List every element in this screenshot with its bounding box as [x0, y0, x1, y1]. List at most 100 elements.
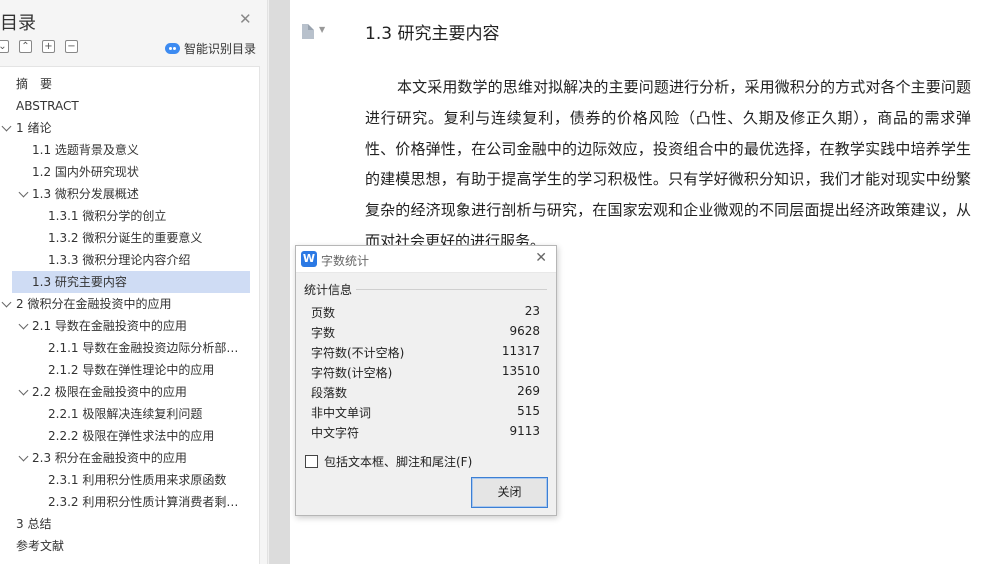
stat-value: 9628 [509, 324, 540, 338]
outline-toolbar: ⌄ ⌃ + − [0, 40, 78, 56]
group-divider [356, 289, 547, 290]
outline-item-label: 2.2.1 极限解决连续复利问题 [48, 407, 203, 421]
outline-item[interactable]: 2.2.2 极限在弹性求法中的应用 [0, 425, 259, 447]
expand-all-icon[interactable]: + [42, 40, 55, 53]
stat-row: 字数 9628 [311, 322, 540, 342]
word-count-dialog: W 字数统计 ✕ 统计信息 页数 23 字数 9628 字符数(不计空格) 11317 字符… [295, 245, 557, 516]
outline-item[interactable]: 2.1 导数在金融投资中的应用 [0, 315, 259, 337]
stat-value: 269 [517, 384, 540, 398]
outline-item[interactable]: 1.3.3 微积分理论内容介绍 [0, 249, 259, 271]
include-textbox-checkbox[interactable] [305, 455, 318, 468]
outline-item-label: 1.3 研究主要内容 [32, 275, 127, 289]
outline-item-label: 2.3.1 利用积分性质用来求原函数 [48, 473, 227, 487]
outline-item-label: 1.3.2 微积分诞生的重要意义 [48, 231, 203, 245]
chevron-down-icon[interactable] [18, 319, 29, 330]
stat-value: 23 [524, 304, 540, 318]
outline-item[interactable]: 2 微积分在金融投资中的应用 [0, 293, 259, 315]
outline-item[interactable]: 2.2 极限在金融投资中的应用 [0, 381, 259, 403]
smart-detect-label: 智能识别目录 [183, 42, 256, 56]
outline-item[interactable]: 2.2.1 极限解决连续复利问题 [0, 403, 259, 425]
stat-label: 非中文单词 [311, 406, 372, 420]
outline-item-label: 2.3.2 利用积分性质计算消费者剩… [48, 495, 239, 509]
smart-detect-toc-button[interactable]: 智能识别目录 [164, 40, 256, 57]
outline-item[interactable]: 2.1.2 导数在弹性理论中的应用 [0, 359, 259, 381]
chevron-down-icon[interactable]: ▼ [319, 25, 325, 34]
collapse-up-icon[interactable]: ⌃ [19, 40, 32, 53]
stat-label: 页数 [311, 306, 336, 320]
document-icon[interactable] [302, 24, 314, 39]
collapse-all-icon[interactable]: − [65, 40, 78, 53]
dialog-titlebar[interactable]: W 字数统计 ✕ [296, 246, 556, 273]
stat-label: 字数 [311, 326, 336, 340]
outline-item[interactable]: 1.3 研究主要内容 [12, 271, 250, 293]
outline-item-label: 2.1 导数在金融投资中的应用 [32, 319, 187, 333]
outline-item-label: 2.2 极限在金融投资中的应用 [32, 385, 187, 399]
outline-item-label: 3 总结 [16, 517, 52, 531]
stat-row: 中文字符 9113 [311, 422, 540, 442]
outline-item[interactable]: 1 绪论 [0, 117, 259, 139]
stat-label: 字符数(计空格) [311, 366, 393, 380]
stat-value: 9113 [509, 424, 540, 438]
outline-item[interactable]: 1.2 国内外研究现状 [0, 161, 259, 183]
app-window: 目录 ✕ ⌄ ⌃ + − 智能识别目录 摘 要 ABSTRACT 1 绪论 1.1 选… [0, 0, 994, 564]
outline-title: 目录 [0, 13, 36, 34]
close-icon[interactable]: ✕ [239, 12, 252, 27]
stat-label: 字符数(不计空格) [311, 346, 405, 360]
outline-item[interactable]: 3 总结 [0, 513, 259, 535]
outline-item-label: 1.3.1 微积分学的创立 [48, 209, 167, 223]
section-heading: 1.3 研究主要内容 [365, 24, 500, 44]
wps-logo-icon: W [301, 251, 317, 267]
include-textbox-option[interactable]: 包括文本框、脚注和尾注(F) [305, 453, 472, 470]
dialog-title: 字数统计 [321, 254, 370, 268]
chevron-down-icon[interactable] [1, 297, 12, 308]
outline-item[interactable]: 2.3.1 利用积分性质用来求原函数 [0, 469, 259, 491]
close-icon[interactable]: ✕ [535, 250, 547, 266]
chevron-down-icon[interactable] [1, 121, 12, 132]
outline-item-label: 2.2.2 极限在弹性求法中的应用 [48, 429, 215, 443]
stat-value: 13510 [501, 364, 540, 378]
outline-item[interactable]: 1.3 微积分发展概述 [0, 183, 259, 205]
outline-item-label: 1.3.3 微积分理论内容介绍 [48, 253, 191, 267]
outline-item[interactable]: 1.3.2 微积分诞生的重要意义 [0, 227, 259, 249]
stat-row: 字符数(计空格) 13510 [311, 362, 540, 382]
stat-row: 非中文单词 515 [311, 402, 540, 422]
outline-item-label: 参考文献 [16, 539, 65, 553]
outline-item[interactable]: 1.1 选题背景及意义 [0, 139, 259, 161]
stat-row: 段落数 269 [311, 382, 540, 402]
outline-panel: 目录 ✕ ⌄ ⌃ + − 智能识别目录 摘 要 ABSTRACT 1 绪论 1.1 选… [0, 0, 268, 564]
outline-item[interactable]: 摘 要 [0, 73, 259, 95]
chevron-down-icon[interactable] [18, 187, 29, 198]
outline-item[interactable]: 2.1.1 导数在金融投资边际分析部… [0, 337, 259, 359]
body-paragraph: 本文采用数学的思维对拟解决的主要问题进行分析，采用微积分的方式对各个主要问题进行… [365, 78, 971, 250]
chevron-down-icon[interactable] [18, 385, 29, 396]
outline-item[interactable]: 2.3 积分在金融投资中的应用 [0, 447, 259, 469]
stat-value: 515 [517, 404, 540, 418]
outline-item-label: 1 绪论 [16, 121, 52, 135]
outline-item-label: 2.1.2 导数在弹性理论中的应用 [48, 363, 215, 377]
close-button[interactable]: 关闭 [471, 477, 548, 508]
expand-down-icon[interactable]: ⌄ [0, 40, 9, 53]
outline-item[interactable]: ABSTRACT [0, 95, 259, 117]
outline-item[interactable]: 2.3.2 利用积分性质计算消费者剩… [0, 491, 259, 513]
outline-list: 摘 要 ABSTRACT 1 绪论 1.1 选题背景及意义 1.2 国内外研究现状 1.3… [0, 66, 260, 564]
outline-item-label: ABSTRACT [16, 99, 79, 113]
outline-item-label: 1.2 国内外研究现状 [32, 165, 139, 179]
stat-label: 中文字符 [311, 426, 360, 440]
include-textbox-label: 包括文本框、脚注和尾注(F) [324, 455, 473, 469]
outline-item[interactable]: 参考文献 [0, 535, 259, 557]
outline-item-label: 1.1 选题背景及意义 [32, 143, 139, 157]
outline-item-label: 2.1.1 导数在金融投资边际分析部… [48, 341, 239, 355]
stat-value: 11317 [501, 344, 540, 358]
stat-row: 字符数(不计空格) 11317 [311, 342, 540, 362]
stats-group-label: 统计信息 [304, 283, 353, 297]
outline-item[interactable]: 1.3.1 微积分学的创立 [0, 205, 259, 227]
robot-icon [164, 43, 180, 54]
chevron-down-icon[interactable] [18, 451, 29, 462]
stat-row: 页数 23 [311, 302, 540, 322]
page-gutter [269, 0, 290, 564]
stat-label: 段落数 [311, 386, 348, 400]
outline-item-label: 2.3 积分在金融投资中的应用 [32, 451, 187, 465]
outline-item-label: 摘 要 [16, 77, 53, 91]
outline-item-label: 2 微积分在金融投资中的应用 [16, 297, 172, 311]
outline-item-label: 1.3 微积分发展概述 [32, 187, 139, 201]
